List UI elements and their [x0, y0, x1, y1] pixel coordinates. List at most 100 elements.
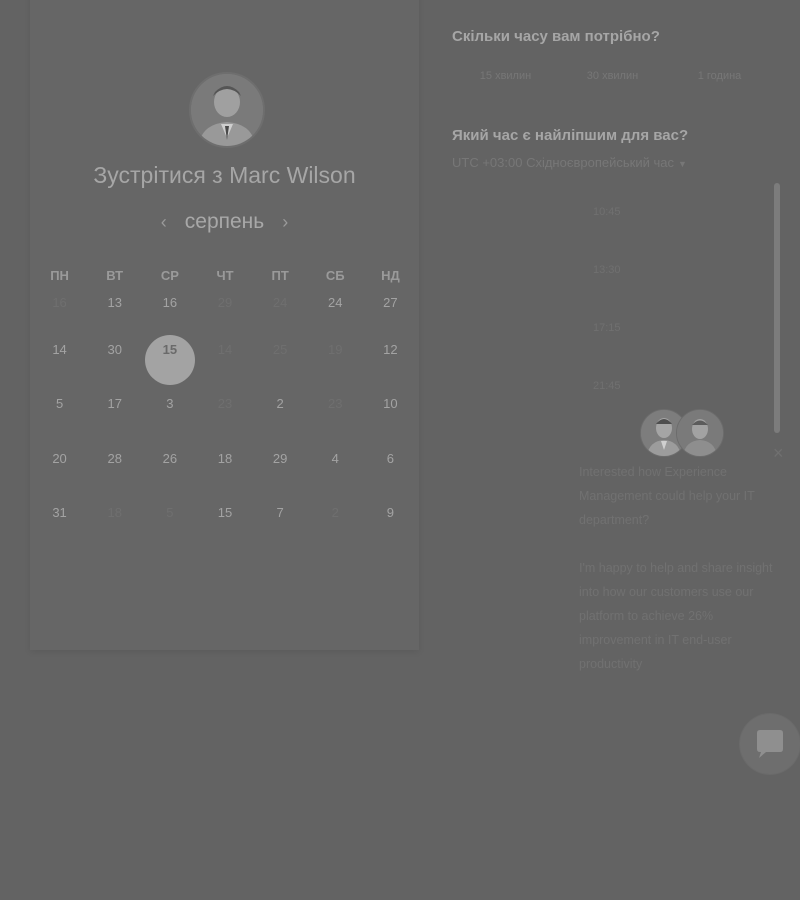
calendar-day-number: 3 — [166, 396, 174, 411]
calendar-day-number: 18 — [217, 450, 233, 466]
weekday-label: ПТ — [271, 268, 289, 283]
calendar-day-number: 15 — [217, 505, 233, 520]
calendar-day: 16 — [32, 288, 87, 343]
duration-options: 15 хвилин 30 хвилин 1 година — [452, 70, 782, 82]
weekday-label: ЧТ — [216, 268, 234, 283]
calendar-day-number: 19 — [328, 341, 343, 357]
calendar-day: 29 — [197, 288, 252, 343]
calendar-day[interactable]: 31 — [32, 506, 87, 561]
agent-avatar — [676, 409, 724, 457]
calendar-day: 18 — [87, 506, 142, 561]
calendar-day[interactable]: 26 — [142, 452, 197, 507]
calendar-day-number: 28 — [107, 450, 122, 466]
calendar-day-number: 27 — [383, 295, 398, 310]
slot-scrollbar[interactable] — [774, 183, 780, 433]
calendar-day-number: 4 — [331, 450, 339, 466]
page: Зустрітися з Marc Wilson ‹ серпень › ПН В… — [0, 0, 800, 900]
calendar-day: 5 — [142, 506, 197, 561]
calendar-day[interactable]: 7 — [253, 506, 308, 561]
calendar-day-number: 13 — [107, 295, 122, 310]
calendar-day[interactable]: 28 — [87, 452, 142, 507]
calendar-day[interactable]: 13 — [87, 288, 142, 343]
calendar-day: 14 — [197, 343, 252, 398]
chat-message: I'm happy to help and share insight into… — [579, 561, 773, 671]
calendar-day[interactable]: 4 — [308, 452, 363, 507]
calendar-day[interactable]: 18 — [197, 452, 252, 507]
calendar-day-number: 5 — [55, 396, 64, 411]
weekday-header: ПН ВТ СР ЧТ ПТ СБ НД — [32, 268, 418, 288]
calendar-day-number: 10 — [383, 396, 398, 411]
calendar-day-number: 16 — [162, 295, 178, 310]
caret-down-icon: ▼ — [677, 159, 687, 169]
calendar-day-number: 6 — [386, 450, 395, 466]
calendar-day-number: 23 — [328, 396, 343, 411]
calendar-day[interactable]: 14 — [32, 343, 87, 398]
calendar-day-number: 2 — [331, 505, 339, 520]
duration-question: Скільки часу вам потрібно? — [452, 28, 660, 45]
time-slot[interactable]: 13:30 — [452, 240, 772, 298]
time-slot[interactable]: 21:45 — [452, 356, 772, 414]
calendar-day[interactable]: 5 — [32, 397, 87, 452]
calendar-day: 24 — [253, 288, 308, 343]
calendar-day-number: 2 — [276, 396, 284, 411]
calendar-day-number: 5 — [166, 505, 174, 520]
calendar-day[interactable]: 30 — [87, 343, 142, 398]
duration-option-30[interactable]: 30 хвилин — [559, 70, 666, 82]
time-slot[interactable]: 17:15 — [452, 298, 772, 356]
calendar-day-number: 15 — [162, 341, 178, 357]
time-slot-list[interactable]: 10:45 13:30 17:15 21:45 — [452, 182, 772, 442]
calendar-day[interactable]: 10 — [363, 397, 418, 452]
calendar-day[interactable]: 17 — [87, 397, 142, 452]
calendar-day-number: 20 — [52, 450, 67, 466]
calendar-day-number: 16 — [52, 295, 67, 310]
next-month-chevron-icon[interactable]: › — [282, 212, 288, 233]
calendar-day: 23 — [197, 397, 252, 452]
calendar-week: 14 30 15 14 25 19 12 — [32, 334, 418, 398]
calendar-day[interactable]: 2 — [253, 397, 308, 452]
calendar-day[interactable]: 9 — [363, 506, 418, 561]
calendar-day-number: 25 — [272, 341, 288, 357]
chat-bubble-icon — [757, 730, 783, 758]
calendar-day-number: 23 — [217, 396, 233, 411]
weekday-label: НД — [381, 268, 400, 283]
calendar-day[interactable]: 12 — [363, 343, 418, 398]
month-navigation: ‹ серпень › — [30, 210, 419, 234]
calendar-day[interactable]: 24 — [308, 288, 363, 343]
weekday-label: ПН — [50, 268, 69, 283]
calendar-day-number: 7 — [276, 505, 284, 520]
calendar-day-number: 14 — [217, 341, 233, 357]
calendar-week: 5 17 3 23 2 23 10 — [32, 397, 418, 452]
calendar-day[interactable]: 29 — [253, 452, 308, 507]
calendar-day[interactable]: 6 — [363, 452, 418, 507]
chat-agent-avatars — [640, 409, 724, 457]
prev-month-chevron-icon[interactable]: ‹ — [161, 212, 167, 233]
calendar-day-number: 17 — [107, 396, 122, 411]
duration-option-15[interactable]: 15 хвилин — [452, 70, 559, 82]
calendar-day-number: 26 — [162, 450, 178, 466]
chat-launcher-button[interactable] — [740, 714, 800, 774]
calendar-day-number: 30 — [107, 341, 122, 357]
calendar-day-number: 24 — [328, 295, 343, 310]
calendar-day[interactable]: 15 — [197, 506, 252, 561]
timezone-selector[interactable]: UTC +03:00 Східноєвропейський час ▼ — [452, 155, 687, 170]
calendar-day-number: 18 — [107, 505, 122, 520]
calendar-day-number: 12 — [383, 341, 398, 357]
time-slot[interactable]: 10:45 — [452, 182, 772, 240]
calendar-day[interactable]: 20 — [32, 452, 87, 507]
duration-option-60[interactable]: 1 година — [666, 70, 773, 82]
calendar-day: 19 — [308, 343, 363, 398]
calendar-day[interactable]: 27 — [363, 288, 418, 343]
calendar-day-number: 29 — [272, 450, 288, 466]
weekday-label: СБ — [325, 268, 345, 283]
month-label: серпень — [184, 210, 265, 233]
weekday-label: ВТ — [106, 268, 124, 283]
calendar-day: 23 — [308, 397, 363, 452]
calendar-day[interactable]: 3 — [142, 397, 197, 452]
calendar-day-number: 29 — [217, 295, 233, 310]
calendar-day-selected[interactable]: 15 — [142, 334, 197, 398]
calendar-day-number: 24 — [272, 295, 288, 310]
weekday-label: СР — [160, 268, 179, 283]
host-avatar — [189, 72, 265, 148]
calendar-week: 31 18 5 15 7 2 9 — [32, 506, 418, 561]
time-question: Який час є найліпшим для вас? — [452, 127, 689, 144]
